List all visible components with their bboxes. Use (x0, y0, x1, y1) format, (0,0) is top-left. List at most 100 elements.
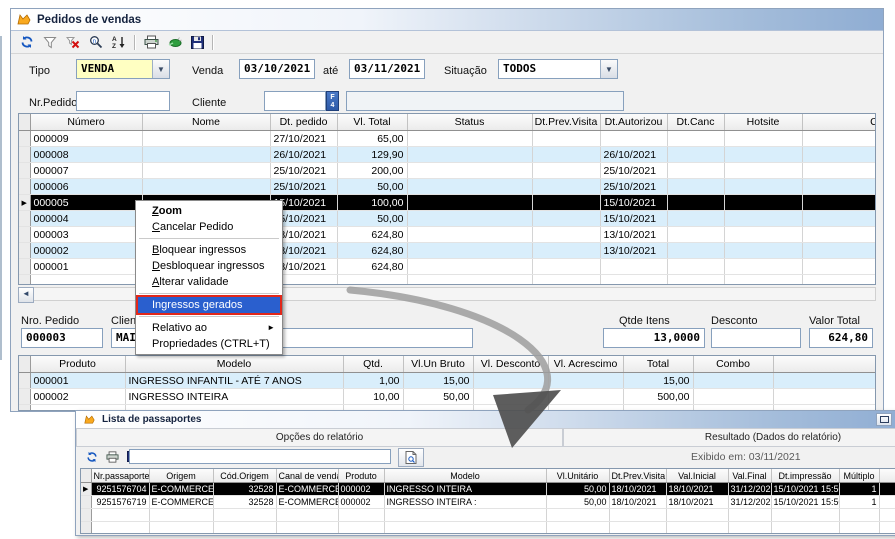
cell[interactable] (384, 509, 546, 522)
cell[interactable] (407, 179, 532, 195)
cell[interactable] (142, 147, 270, 163)
cell[interactable]: 10,00 (343, 389, 403, 405)
cell[interactable]: 9251576719 (91, 496, 149, 509)
cell[interactable] (532, 227, 600, 243)
cell[interactable] (149, 522, 213, 535)
cell[interactable] (802, 227, 876, 243)
cell[interactable] (142, 179, 270, 195)
table-row[interactable]: ▶9251576704E-COMMERCE32528E-COMMERCE0000… (81, 483, 895, 496)
cell[interactable] (802, 147, 876, 163)
cell[interactable]: 27/10/2021 (270, 131, 337, 147)
column-header[interactable]: Dt. pedido (270, 114, 337, 131)
situacao-select[interactable]: TODOS ▼ (498, 59, 618, 79)
cell[interactable] (724, 211, 802, 227)
table-row[interactable]: 00000725/10/2021200,0025/10/2021 (19, 163, 876, 179)
cell[interactable] (407, 163, 532, 179)
column-header[interactable]: Hotsite (724, 114, 802, 131)
cell[interactable]: E-COMMERCE (276, 483, 338, 496)
cell[interactable]: 25/10/2021 (270, 163, 337, 179)
cell[interactable]: 129,90 (337, 147, 407, 163)
cell[interactable]: INGRESSO INTEIRA : (384, 496, 546, 509)
cell[interactable] (546, 522, 609, 535)
cell[interactable]: 000002 (30, 389, 125, 405)
cell[interactable] (667, 275, 724, 286)
cell[interactable] (407, 195, 532, 211)
cell[interactable]: 50,00 (337, 179, 407, 195)
cliente-code-input[interactable] (264, 91, 326, 111)
cliente-lookup-button[interactable]: F4 (326, 91, 339, 111)
passport-window-titlebar[interactable]: Lista de passaportes (76, 411, 895, 429)
cell[interactable]: 500,00 (623, 389, 693, 405)
cell[interactable]: 15/10/2021 (600, 211, 667, 227)
cell[interactable] (666, 522, 728, 535)
cell[interactable]: INGRESSO INTEIRA (125, 389, 343, 405)
context-menu-item[interactable]: Desbloquear ingressos (138, 258, 280, 274)
cell[interactable] (473, 373, 548, 389)
cell[interactable] (724, 227, 802, 243)
cell[interactable] (724, 163, 802, 179)
venda-ate-field[interactable]: 03/11/2021 (349, 59, 425, 79)
column-header[interactable]: Produto (338, 469, 384, 483)
context-menu-item[interactable]: Alterar validade (138, 274, 280, 290)
cell[interactable] (667, 147, 724, 163)
tab-opcoes-relatorio[interactable]: Opções do relatório (76, 428, 563, 447)
cell[interactable] (667, 179, 724, 195)
cell[interactable]: E-COMMERCE (276, 496, 338, 509)
cell[interactable]: 25/10/2021 (600, 163, 667, 179)
cell[interactable] (142, 163, 270, 179)
column-header[interactable]: Modelo (125, 356, 343, 373)
cell[interactable] (548, 389, 623, 405)
cell[interactable] (532, 259, 600, 275)
cell[interactable]: 000002 (338, 483, 384, 496)
column-header[interactable]: Origem (149, 469, 213, 483)
cell[interactable] (407, 131, 532, 147)
cell[interactable] (802, 195, 876, 211)
column-header[interactable]: Val.Final (728, 469, 771, 483)
cell[interactable]: 65,00 (337, 131, 407, 147)
cell[interactable]: 25/10/2021 (600, 179, 667, 195)
cell[interactable] (149, 509, 213, 522)
cell[interactable] (91, 509, 149, 522)
column-header[interactable]: Múltiplo (839, 469, 879, 483)
cell[interactable] (802, 259, 876, 275)
cell[interactable]: 100,00 (337, 195, 407, 211)
cell[interactable]: 18/10/2021 (609, 483, 666, 496)
cell[interactable] (802, 243, 876, 259)
cell[interactable]: 15,00 (623, 373, 693, 389)
cell[interactable]: 26/10/2021 (600, 147, 667, 163)
cell[interactable] (609, 522, 666, 535)
cell[interactable]: 31/12/2021 (728, 483, 771, 496)
cell[interactable]: INGRESSO INFANTIL - ATÉ 7 ANOS (125, 373, 343, 389)
context-menu-item[interactable]: Ingressos gerados (138, 297, 280, 313)
clear-filter-icon[interactable] (65, 35, 81, 50)
venda-de-field[interactable]: 03/10/2021 (239, 59, 315, 79)
cell[interactable]: 13/10/2021 (600, 243, 667, 259)
cell[interactable]: 15,00 (403, 373, 473, 389)
cell[interactable]: 32528 (213, 496, 276, 509)
cell[interactable] (600, 131, 667, 147)
cell[interactable] (771, 522, 839, 535)
table-row[interactable] (81, 509, 895, 522)
cell[interactable]: 25/10/2021 (270, 179, 337, 195)
tab-resultado-relatorio[interactable]: Resultado (Dados do relatório) (563, 428, 895, 447)
cell[interactable]: 000006 (30, 179, 142, 195)
cell[interactable] (532, 211, 600, 227)
cell[interactable] (879, 522, 895, 535)
cell[interactable] (667, 163, 724, 179)
cell[interactable]: 000009 (30, 131, 142, 147)
cell[interactable] (667, 131, 724, 147)
context-menu-item[interactable]: Propriedades (CTRL+T) (138, 336, 280, 352)
cell[interactable]: 000008 (30, 147, 142, 163)
cell[interactable] (338, 509, 384, 522)
cell[interactable]: 50,00 (403, 389, 473, 405)
cell[interactable] (276, 522, 338, 535)
cell[interactable] (724, 131, 802, 147)
cell[interactable]: 1 (839, 496, 879, 509)
cell[interactable]: 13/10/2021 (600, 227, 667, 243)
cell[interactable]: 26/10/2021 (270, 147, 337, 163)
cell[interactable]: 15/10/2021 (600, 195, 667, 211)
cell[interactable]: 000003 (30, 227, 142, 243)
cell[interactable] (30, 275, 142, 286)
nr-pedido-input[interactable] (76, 91, 170, 111)
cell[interactable]: 50,00 (546, 496, 609, 509)
